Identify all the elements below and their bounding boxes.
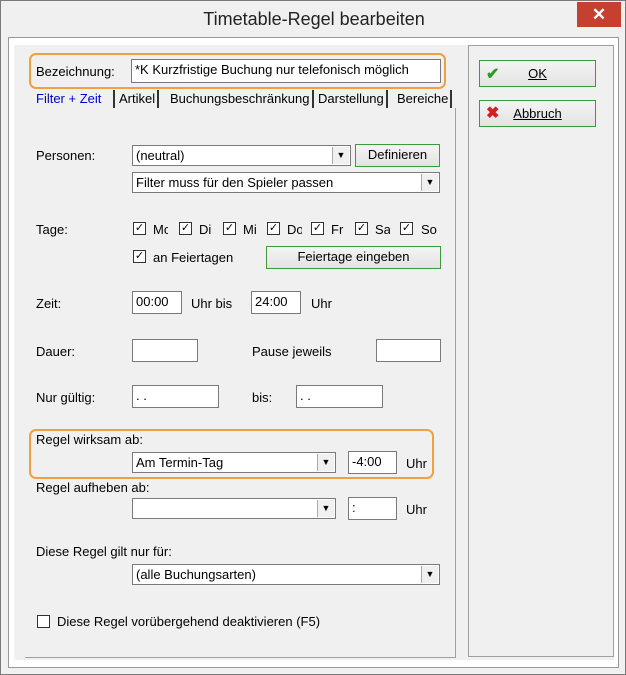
ok-button[interactable]: ✔ OK	[479, 60, 596, 87]
day-checkbox-sa[interactable]: ✓	[355, 222, 368, 235]
tab-separator	[113, 90, 115, 108]
effective-highlight	[29, 429, 434, 479]
valid-to-field[interactable]: . .	[296, 385, 383, 408]
revoke-time-field[interactable]: :	[348, 497, 397, 520]
time-mid-label: Uhr bis	[191, 296, 233, 311]
tab-darstellung[interactable]: Darstellung	[316, 90, 388, 108]
valid-from-field[interactable]: . .	[132, 385, 219, 408]
valid-label: Nur gültig:	[36, 390, 96, 405]
day-label-so: So	[421, 222, 437, 237]
day-label-mo: Mo	[153, 222, 168, 237]
chevron-down-icon[interactable]: ▼	[332, 147, 349, 164]
deactivate-checkbox[interactable]	[37, 615, 50, 628]
day-label-mi: Mi	[243, 222, 257, 237]
holidays-button[interactable]: Feiertage eingeben	[266, 246, 441, 269]
time-unit-label: Uhr	[311, 296, 332, 311]
day-label-do: Do	[287, 222, 302, 237]
day-label-fr: Fr	[331, 222, 344, 237]
duration-label: Dauer:	[36, 344, 76, 359]
tab-buchungsbeschraenkung[interactable]: Buchungsbeschränkung	[168, 90, 314, 108]
valid-to-label: bis:	[252, 390, 273, 405]
holidays-checkbox[interactable]: ✓	[133, 250, 146, 263]
chevron-down-icon[interactable]: ▼	[421, 174, 438, 191]
dialog-window: Timetable-Regel bearbeiten ✕ Bezeichnung…	[0, 0, 626, 675]
persons-filter-select[interactable]: Filter muss für den Spieler passen ▼	[132, 172, 440, 193]
day-checkbox-mo[interactable]: ✓	[133, 222, 146, 235]
tab-artikel[interactable]: Artikel	[117, 90, 160, 108]
day-checkbox-so[interactable]: ✓	[400, 222, 413, 235]
tab-filter-zeit[interactable]: Filter + Zeit	[34, 90, 104, 108]
duration-field[interactable]	[132, 339, 198, 362]
revoke-select[interactable]: ▼	[132, 498, 336, 519]
ok-button-label: OK	[528, 66, 547, 81]
checkmark-icon: ✔	[486, 66, 500, 83]
pause-field[interactable]	[376, 339, 441, 362]
time-label: Zeit:	[36, 296, 62, 311]
days-label: Tage:	[36, 222, 68, 237]
revoke-label: Regel aufheben ab:	[36, 480, 150, 495]
button-panel	[468, 45, 614, 657]
applies-select[interactable]: (alle Buchungsarten) ▼	[132, 564, 440, 585]
day-checkbox-fr[interactable]: ✓	[311, 222, 324, 235]
tab-bereiche[interactable]: Bereiche	[395, 90, 453, 108]
chevron-down-icon[interactable]: ▼	[317, 500, 334, 517]
persons-filter-value: Filter muss für den Spieler passen	[136, 175, 334, 190]
cross-icon: ✖	[486, 105, 500, 122]
name-highlight	[29, 53, 446, 89]
time-to-field[interactable]: 24:00	[251, 291, 301, 314]
cancel-button-label: Abbruch	[513, 106, 562, 121]
day-label-di: Di	[199, 222, 212, 237]
day-label-sa: Sa	[375, 222, 390, 237]
define-button[interactable]: Definieren	[355, 144, 440, 167]
holidays-label: an Feiertagen	[153, 250, 234, 265]
persons-label: Personen:	[36, 148, 96, 163]
day-checkbox-do[interactable]: ✓	[267, 222, 280, 235]
window-title: Timetable-Regel bearbeiten	[203, 9, 425, 29]
revoke-unit-label: Uhr	[406, 502, 427, 517]
applies-select-value: (alle Buchungsarten)	[136, 567, 256, 582]
title-bar: Timetable-Regel bearbeiten ✕	[1, 1, 625, 37]
deactivate-label: Diese Regel vorübergehend deaktivieren (…	[57, 614, 321, 629]
chevron-down-icon[interactable]: ▼	[421, 566, 438, 583]
cancel-button[interactable]: ✖ Abbruch	[479, 100, 596, 127]
close-button[interactable]: ✕	[577, 2, 621, 27]
pause-label: Pause jeweils	[252, 344, 332, 359]
day-checkbox-di[interactable]: ✓	[179, 222, 192, 235]
persons-select-value: (neutral)	[136, 148, 185, 163]
day-checkbox-mi[interactable]: ✓	[223, 222, 236, 235]
persons-select[interactable]: (neutral) ▼	[132, 145, 351, 166]
applies-label: Diese Regel gilt nur für:	[36, 544, 172, 559]
time-from-field[interactable]: 00:00	[132, 291, 182, 314]
